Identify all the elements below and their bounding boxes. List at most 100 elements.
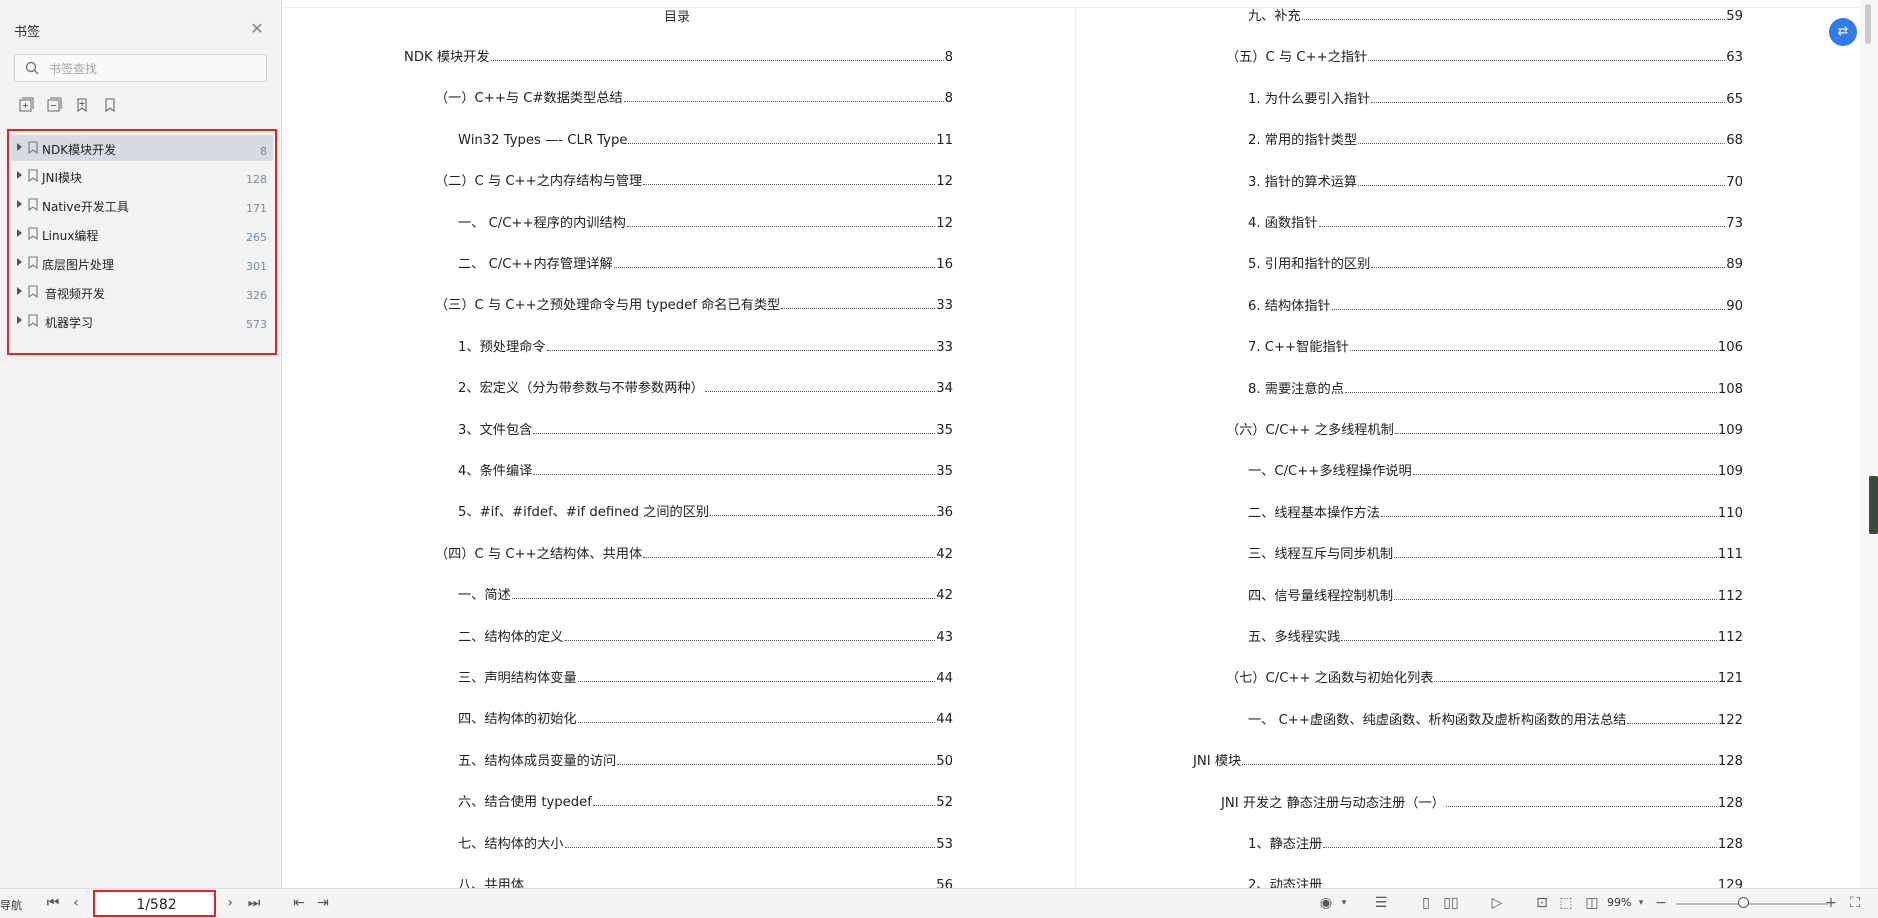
toc-leader-dots (1344, 391, 1717, 393)
toc-entry[interactable]: NDK 模块开发 8 (404, 47, 953, 65)
document-view[interactable]: 目录 NDK 模块开发 8 （一）C++与 C#数据类型总结 8 Win32 Types… (282, 0, 1860, 893)
toc-entry[interactable]: 1. 为什么要引入指针 65 (1248, 89, 1743, 107)
scroll-thumb[interactable] (1865, 4, 1871, 44)
expand-arrow-icon[interactable] (17, 229, 22, 237)
toc-entry[interactable]: 8. 需要注意的点 108 (1248, 379, 1743, 397)
toc-entry[interactable]: （二）C 与 C++之内存结构与管理 12 (435, 171, 953, 189)
next-page-icon[interactable]: › (222, 895, 238, 911)
toc-entry[interactable]: （六）C/C++ 之多线程机制 109 (1226, 420, 1743, 438)
toc-entry[interactable]: 二、线程基本操作方法 110 (1248, 503, 1743, 521)
translate-icon[interactable]: ⇄ (1829, 18, 1857, 46)
page-number-input[interactable] (99, 895, 214, 915)
expand-arrow-icon[interactable] (17, 287, 22, 295)
toc-entry[interactable]: 四、结构体的初始化 44 (458, 709, 953, 727)
toc-entry[interactable]: 九、补充 59 (1248, 6, 1743, 24)
toc-entry[interactable]: 4、条件编译 35 (458, 461, 953, 479)
bookmark-item[interactable]: 音视频开发 326 (11, 279, 273, 305)
expand-arrow-icon[interactable] (17, 143, 22, 151)
bookmark-item[interactable]: 底层图片处理 301 (11, 250, 273, 276)
toc-entry[interactable]: 二、结构体的定义 43 (458, 627, 953, 645)
collapse-all-icon[interactable] (46, 97, 62, 113)
toc-entry[interactable]: 2、宏定义（分为带参数与不带参数两种） 34 (458, 378, 953, 396)
zoom-in-icon[interactable]: + (1823, 895, 1839, 911)
toc-entry[interactable]: （四）C 与 C++之结构体、共用体 42 (435, 544, 953, 562)
page-number-box[interactable] (93, 890, 216, 917)
fit-page-icon[interactable]: ⬚ (1558, 895, 1574, 911)
toc-leader-dots (1380, 515, 1717, 517)
zoom-dropdown-icon[interactable]: ▾ (1633, 895, 1649, 911)
toc-entry[interactable]: 4. 函数指针 73 (1248, 213, 1743, 231)
toc-entry[interactable]: 5. 引用和指针的区别 89 (1248, 254, 1743, 272)
expand-arrow-icon[interactable] (17, 200, 22, 208)
forward-icon[interactable]: ⇥ (315, 895, 331, 911)
expand-arrow-icon[interactable] (17, 171, 22, 179)
last-page-icon[interactable]: ⏭ (246, 895, 262, 911)
bookmark-item[interactable]: Native开发工具 171 (11, 192, 273, 218)
toc-entry[interactable]: （七）C/C++ 之函数与初始化列表 121 (1226, 668, 1743, 686)
eye-view-icon[interactable]: ◉ (1318, 895, 1334, 911)
view-dropdown-icon[interactable]: ▾ (1336, 895, 1352, 911)
toc-entry[interactable]: 四、信号量线程控制机制 112 (1248, 586, 1743, 604)
bookmark-item[interactable]: JNI模块 128 (11, 163, 273, 189)
zoom-slider-knob[interactable] (1738, 897, 1749, 908)
add-bookmark-icon[interactable] (74, 97, 90, 113)
toc-entry-page: 12 (936, 174, 953, 190)
toc-entry[interactable]: （五）C 与 C++之指针 63 (1226, 47, 1743, 65)
toc-entry[interactable]: 五、多线程实践 112 (1248, 627, 1743, 645)
fullscreen-icon[interactable]: ⛶ (1847, 895, 1863, 911)
zoom-level[interactable]: 99% (1607, 896, 1631, 909)
continuous-scroll-icon[interactable]: ☰ (1373, 895, 1389, 911)
bookmark-item[interactable]: 机器学习 573 (11, 308, 273, 334)
toc-entry[interactable]: 6. 结构体指针 90 (1248, 296, 1743, 314)
side-panel-handle[interactable] (1869, 476, 1878, 534)
toc-entry[interactable]: 2. 常用的指针类型 68 (1248, 130, 1743, 148)
toc-entry[interactable]: （三）C 与 C++之预处理命令与用 typedef 命名已有类型 33 (435, 295, 953, 313)
vertical-scrollbar[interactable] (1860, 0, 1878, 888)
bookmark-item[interactable]: NDK模块开发 8 (11, 135, 273, 161)
toc-entry-page: 36 (936, 505, 953, 521)
first-page-icon[interactable]: ⏮ (45, 895, 61, 911)
bookmark-item[interactable]: Linux编程 265 (11, 221, 273, 247)
toc-entry[interactable]: 七、结构体的大小 53 (458, 834, 953, 852)
back-icon[interactable]: ⇤ (291, 895, 307, 911)
fit-width-icon[interactable]: ◫ (1584, 895, 1600, 911)
toc-entry[interactable]: 5、#if、#ifdef、#if defined 之间的区别 36 (458, 502, 953, 520)
toc-entry[interactable]: 一、C/C++多线程操作说明 109 (1248, 461, 1743, 479)
toc-entry[interactable]: 7. C++智能指针 106 (1248, 337, 1743, 355)
zoom-out-icon[interactable]: − (1653, 895, 1669, 911)
toc-leader-dots (546, 349, 936, 351)
toc-entry[interactable]: 3、文件包含 35 (458, 420, 953, 438)
play-icon[interactable]: ▷ (1489, 895, 1505, 911)
toc-entry[interactable]: 五、结构体成员变量的访问 50 (458, 751, 953, 769)
two-page-icon[interactable]: ▯▯ (1443, 895, 1459, 911)
toc-entry[interactable]: 1、静态注册 128 (1248, 834, 1743, 852)
expand-all-icon[interactable] (18, 97, 34, 113)
toc-entry[interactable]: Win32 Types —- CLR Type 11 (458, 130, 953, 148)
toc-entry[interactable]: 一、 C++虚函数、纯虚函数、析构函数及虚析构函数的用法总结 122 (1248, 710, 1743, 728)
toc-entry[interactable]: JNI 模块 128 (1193, 751, 1743, 769)
toc-entry[interactable]: 1、预处理命令 33 (458, 337, 953, 355)
toc-entry[interactable]: 三、线程互斥与同步机制 111 (1248, 544, 1743, 562)
bookmark-search[interactable] (14, 54, 267, 82)
bookmark-icon[interactable] (102, 97, 118, 113)
toc-entry[interactable]: 一、简述 42 (458, 585, 953, 603)
actual-size-icon[interactable]: ⊡ (1534, 895, 1550, 911)
toc-entry[interactable]: 六、结合使用 typedef 52 (458, 792, 953, 810)
toc-entry-page: 50 (936, 753, 953, 769)
single-page-icon[interactable]: ▯ (1418, 895, 1434, 911)
bookmark-search-input[interactable] (47, 58, 261, 80)
nav-label[interactable]: 导航 (0, 897, 22, 913)
toc-entry[interactable]: JNI 开发之 静态注册与动态注册（一） 128 (1221, 793, 1743, 811)
toc-entry[interactable]: 3. 指针的算术运算 70 (1248, 172, 1743, 190)
expand-arrow-icon[interactable] (17, 258, 22, 266)
zoom-slider[interactable] (1676, 903, 1828, 905)
toc-entry[interactable]: 三、声明结构体变量 44 (458, 668, 953, 686)
toc-entry[interactable]: 二、 C/C++内存管理详解 16 (458, 254, 953, 272)
expand-arrow-icon[interactable] (17, 316, 22, 324)
toc-entry[interactable]: 一、 C/C++程序的内训结构 12 (458, 213, 953, 231)
toc-leader-dots (1412, 474, 1717, 476)
page-divider (1075, 8, 1076, 888)
toc-entry[interactable]: （一）C++与 C#数据类型总结 8 (435, 88, 953, 106)
prev-page-icon[interactable]: ‹ (68, 895, 84, 911)
close-icon[interactable]: ✕ (248, 20, 266, 38)
